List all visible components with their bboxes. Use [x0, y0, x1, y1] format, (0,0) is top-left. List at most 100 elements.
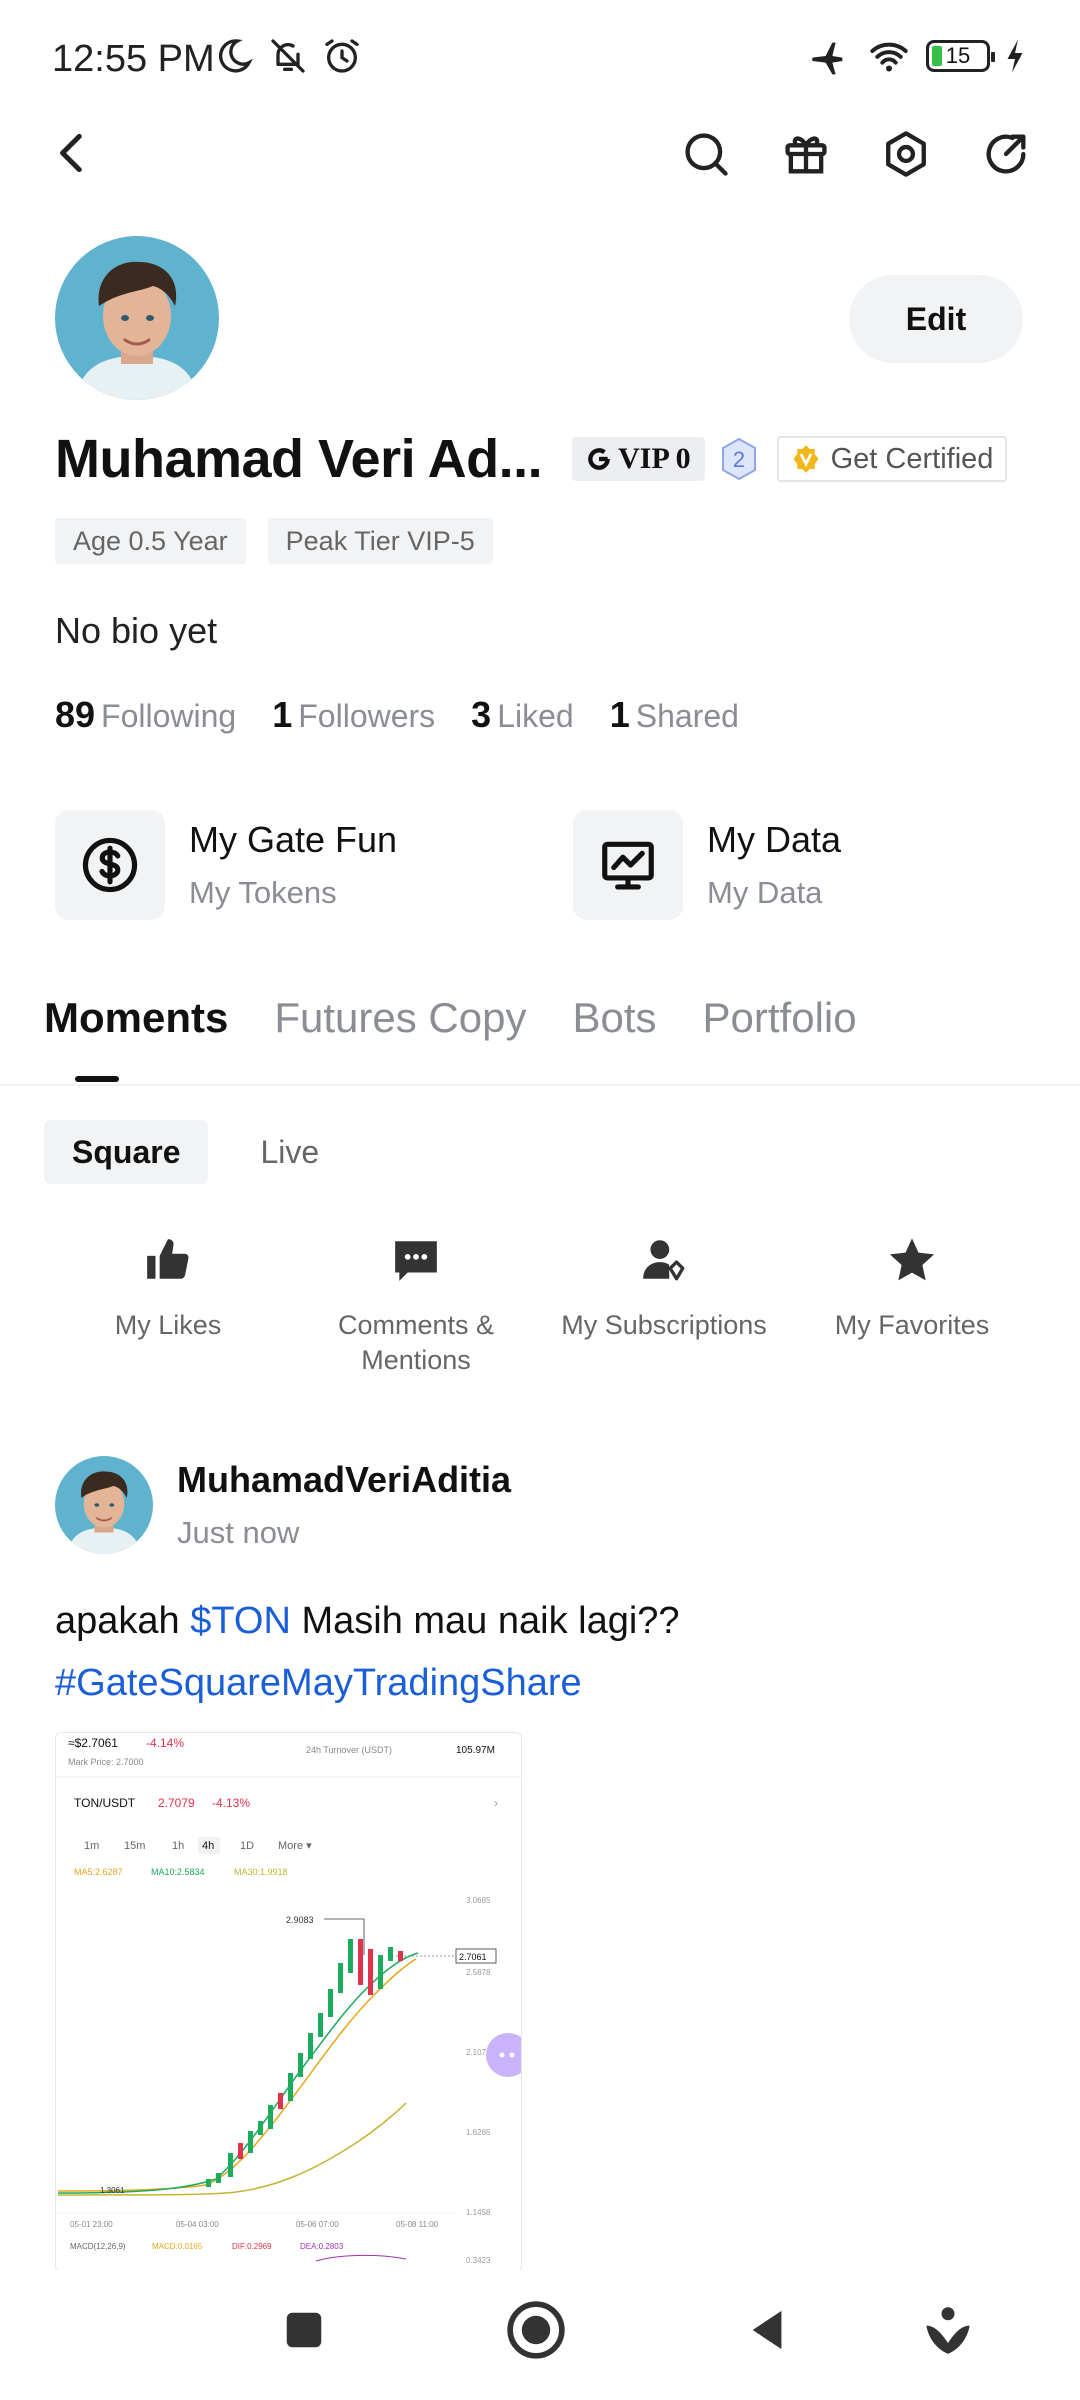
shortcut-my-gate-fun[interactable]: My Gate Fun My Tokens — [55, 810, 397, 920]
vip-logo-icon — [588, 448, 610, 470]
img-macd: MACD(12,26,9) — [70, 2242, 126, 2251]
img-ma: MA30:1.9918 — [234, 1867, 288, 1877]
home-button[interactable] — [504, 2298, 568, 2362]
stat-liked-count: 3 — [471, 694, 492, 735]
post-card[interactable]: MuhamadVeriAditia Just now apakah $TON M… — [55, 1456, 1035, 2272]
status-bar: 12:55 PM 15 — [0, 0, 1080, 120]
gift-button[interactable] — [780, 128, 832, 180]
stat-following-count: 89 — [55, 694, 96, 735]
stat-following[interactable]: 89 Following — [55, 694, 236, 736]
stat-liked[interactable]: 3 Liked — [471, 694, 574, 736]
moon-icon — [218, 39, 253, 73]
post-author-name[interactable]: MuhamadVeriAditia — [177, 1459, 511, 1501]
gift-icon — [785, 136, 827, 174]
back-triangle-icon — [752, 2310, 782, 2350]
stat-followers[interactable]: 1 Followers — [272, 694, 435, 736]
img-turnover-label: 24h Turnover (USDT) — [306, 1745, 392, 1755]
img-axis-label: 3.0685 — [466, 1896, 491, 1905]
post-chart-image[interactable]: ≈$2.7061 -4.14% Mark Price: 2.7000 24h T… — [55, 1732, 522, 2272]
ticker-link[interactable]: $TON — [190, 1600, 291, 1642]
shortcut-subtitle: My Data — [707, 875, 823, 910]
tab-bots[interactable]: Bots — [572, 994, 656, 1042]
comment-icon — [395, 1241, 437, 1281]
stat-liked-label: Liked — [497, 698, 574, 734]
battery-icon: 15 — [926, 40, 995, 72]
assistant-button[interactable] — [916, 2298, 980, 2362]
img-high: 2.9083 — [286, 1915, 314, 1925]
edit-profile-button[interactable]: Edit — [849, 275, 1023, 363]
stat-shared-label: Shared — [635, 698, 739, 734]
img-date-label: 05-01 23:00 — [70, 2220, 113, 2229]
verified-badge-icon — [793, 445, 819, 473]
img-date-label: 05-06 07:00 — [296, 2220, 339, 2229]
shortcut-my-data[interactable]: My Data My Data — [573, 810, 841, 920]
tab-moments[interactable]: Moments — [44, 994, 228, 1042]
my-subscriptions-button[interactable]: My Subscriptions — [540, 1232, 788, 1378]
hashtag-link[interactable]: #GateSquareMayTradingShare — [55, 1662, 582, 1704]
settings-button[interactable] — [880, 128, 932, 180]
share-icon — [986, 134, 1026, 174]
search-button[interactable] — [680, 128, 732, 180]
charging-icon — [1007, 39, 1023, 73]
profile-name-row: Muhamad Veri Ad... VIP 0 2 Get Certified — [55, 428, 1008, 490]
profile-avatar[interactable] — [55, 236, 219, 400]
img-interval: 1m — [84, 1840, 99, 1852]
back-button[interactable] — [48, 128, 98, 178]
airplane-icon — [812, 42, 843, 75]
stat-following-label: Following — [101, 698, 237, 734]
svg-text:›: › — [494, 1796, 498, 1810]
stat-shared[interactable]: 1 Shared — [610, 694, 739, 736]
top-nav — [0, 120, 1080, 190]
profile-bio: No bio yet — [55, 610, 218, 651]
img-axis-label: 2.107 — [466, 2048, 487, 2057]
img-axis-label: 1.6265 — [466, 2128, 491, 2137]
status-time: 12:55 PM — [52, 38, 215, 80]
qa-label: My Subscriptions — [561, 1310, 767, 1340]
img-pair-price: 2.7079 — [158, 1796, 195, 1810]
img-ma: MA10:2.5834 — [151, 1867, 205, 1877]
img-date-label: 05-08 11:00 — [396, 2220, 439, 2229]
stat-followers-count: 1 — [272, 694, 293, 735]
img-axis-label: 0.3423 — [466, 2256, 491, 2265]
img-change: -4.14% — [146, 1736, 184, 1750]
comments-mentions-button[interactable]: Comments & Mentions — [292, 1232, 540, 1378]
quick-actions: My Likes Comments & Mentions My Subscrip… — [44, 1232, 1036, 1378]
img-interval: 1h — [172, 1840, 184, 1852]
dollar-icon — [82, 837, 138, 893]
vip-badge[interactable]: VIP 0 — [572, 437, 705, 481]
divider — [0, 1084, 1080, 1086]
img-turnover-value: 105.97M — [456, 1745, 495, 1756]
square-icon — [286, 2312, 322, 2348]
img-interval: More ▾ — [278, 1840, 312, 1852]
img-candles — [206, 1939, 403, 2187]
main-tabs: Moments Futures Copy Bots Portfolio — [44, 994, 857, 1042]
recent-apps-button[interactable] — [272, 2298, 336, 2362]
peak-tier-tag: Peak Tier VIP-5 — [267, 518, 493, 564]
img-ma: MA5:2.6287 — [74, 1867, 123, 1877]
home-circle-icon — [507, 2301, 565, 2359]
post-author-avatar[interactable] — [55, 1456, 153, 1554]
img-pair-change: -4.13% — [212, 1796, 250, 1810]
level-badge[interactable]: 2 — [719, 437, 759, 481]
my-likes-button[interactable]: My Likes — [44, 1232, 292, 1378]
get-certified-button[interactable]: Get Certified — [776, 436, 1008, 482]
subtab-square[interactable]: Square — [44, 1120, 209, 1184]
share-button[interactable] — [980, 128, 1032, 180]
system-nav-bar — [0, 2270, 1080, 2400]
my-favorites-button[interactable]: My Favorites — [788, 1232, 1036, 1378]
img-mark-price: Mark Price: 2.7000 — [68, 1757, 144, 1767]
vip-label: VIP 0 — [618, 442, 691, 475]
img-last: 2.7061 — [459, 1952, 487, 1962]
search-icon — [685, 133, 728, 176]
subtab-live[interactable]: Live — [232, 1120, 347, 1184]
img-price: ≈$2.7061 — [68, 1736, 118, 1750]
post-text-prefix: apakah — [55, 1600, 191, 1642]
age-tag: Age 0.5 Year — [55, 518, 246, 564]
back-nav-button[interactable] — [736, 2298, 800, 2362]
tab-portfolio[interactable]: Portfolio — [703, 994, 857, 1042]
post-timestamp: Just now — [177, 1515, 300, 1550]
shortcut-subtitle: My Tokens — [189, 875, 337, 910]
tab-futures-copy[interactable]: Futures Copy — [274, 994, 526, 1042]
profile-name: Muhamad Veri Ad... — [55, 429, 543, 489]
sub-tabs: Square Live — [44, 1120, 347, 1184]
